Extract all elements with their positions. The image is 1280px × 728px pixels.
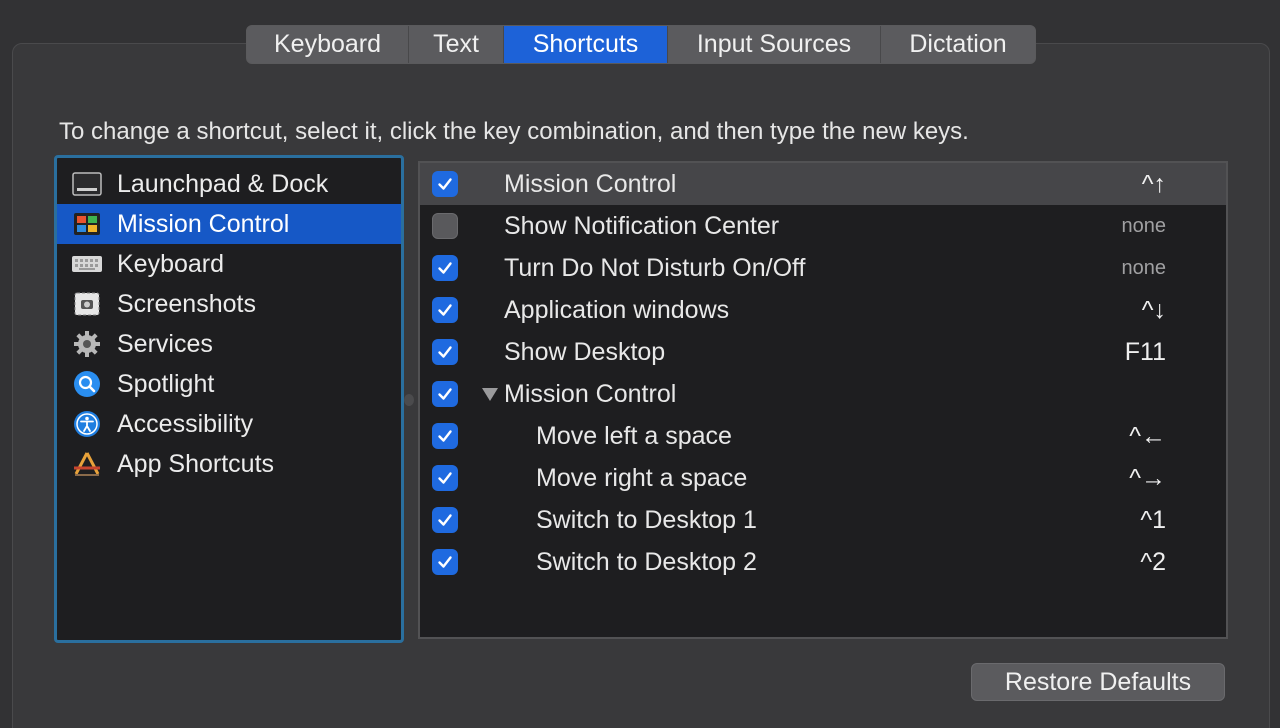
shortcut-row[interactable]: Switch to Desktop 2 ^2 <box>420 541 1226 583</box>
shortcut-table[interactable]: Mission Control ^↑ Show Notification Cen… <box>418 161 1228 639</box>
checkbox-unchecked[interactable] <box>432 213 458 239</box>
app-store-icon <box>71 450 103 478</box>
category-label: Launchpad & Dock <box>117 169 329 198</box>
magnifier-icon <box>71 370 103 398</box>
tab-input-sources[interactable]: Input Sources <box>668 26 881 63</box>
screenshot-icon <box>71 290 103 318</box>
checkbox-checked[interactable] <box>432 507 458 533</box>
category-label: Accessibility <box>117 409 254 438</box>
checkbox-checked[interactable] <box>432 171 458 197</box>
accessibility-icon <box>71 410 103 438</box>
disclosure-triangle-icon[interactable] <box>482 387 498 401</box>
shortcut-label: Move right a space <box>536 463 748 492</box>
category-label: Spotlight <box>117 369 215 398</box>
category-label: Keyboard <box>117 249 225 278</box>
shortcut-key[interactable]: ^2 <box>1140 548 1166 577</box>
shortcut-row[interactable]: Application windows ^↓ <box>420 289 1226 331</box>
checkbox-checked[interactable] <box>432 339 458 365</box>
shortcut-key[interactable]: ^→ <box>1129 464 1166 493</box>
category-mission-control[interactable]: Mission Control <box>57 204 401 244</box>
launchpad-icon <box>71 170 103 198</box>
shortcut-row[interactable]: Move left a space ^← <box>420 415 1226 457</box>
category-label: Mission Control <box>117 209 290 238</box>
tab-bar: Keyboard Text Shortcuts Input Sources Di… <box>246 25 1036 64</box>
shortcuts-preferences-window: Keyboard Text Shortcuts Input Sources Di… <box>0 0 1280 728</box>
checkbox-checked[interactable] <box>432 549 458 575</box>
shortcut-label: Switch to Desktop 2 <box>536 547 757 576</box>
tab-shortcuts[interactable]: Shortcuts <box>504 26 668 63</box>
checkbox-checked[interactable] <box>432 297 458 323</box>
category-app-shortcuts[interactable]: App Shortcuts <box>57 444 401 484</box>
shortcut-label: Turn Do Not Disturb On/Off <box>504 253 806 282</box>
splitter-handle[interactable] <box>404 394 414 406</box>
instruction-text: To change a shortcut, select it, click t… <box>59 118 969 145</box>
shortcut-key[interactable]: ^← <box>1129 422 1166 451</box>
checkbox-checked[interactable] <box>432 465 458 491</box>
restore-defaults-button[interactable]: Restore Defaults <box>971 663 1225 701</box>
shortcut-row[interactable]: Turn Do Not Disturb On/Off none <box>420 247 1226 289</box>
category-keyboard[interactable]: Keyboard <box>57 244 401 284</box>
shortcut-key[interactable]: none <box>1122 257 1167 280</box>
category-screenshots[interactable]: Screenshots <box>57 284 401 324</box>
category-launchpad-dock[interactable]: Launchpad & Dock <box>57 164 401 204</box>
shortcut-key[interactable]: ^1 <box>1140 506 1166 535</box>
shortcut-row[interactable]: Switch to Desktop 1 ^1 <box>420 499 1226 541</box>
category-label: Screenshots <box>117 289 256 318</box>
category-label: Services <box>117 329 213 358</box>
shortcut-label: Application windows <box>504 295 730 324</box>
checkbox-checked[interactable] <box>432 423 458 449</box>
shortcut-key[interactable]: none <box>1122 215 1167 238</box>
category-spotlight[interactable]: Spotlight <box>57 364 401 404</box>
category-label: App Shortcuts <box>117 449 275 478</box>
shortcut-key[interactable]: F11 <box>1125 338 1166 367</box>
checkbox-checked[interactable] <box>432 381 458 407</box>
shortcut-row[interactable]: Mission Control ^↑ <box>420 163 1226 205</box>
keyboard-icon <box>71 250 103 278</box>
shortcut-label: Show Notification Center <box>504 211 780 240</box>
shortcut-row[interactable]: Show Notification Center none <box>420 205 1226 247</box>
category-accessibility[interactable]: Accessibility <box>57 404 401 444</box>
shortcut-group-row[interactable]: Mission Control <box>420 373 1226 415</box>
tab-dictation[interactable]: Dictation <box>881 26 1035 63</box>
shortcut-row[interactable]: Move right a space ^→ <box>420 457 1226 499</box>
shortcut-label: Switch to Desktop 1 <box>536 505 757 534</box>
shortcut-row[interactable]: Show Desktop F11 <box>420 331 1226 373</box>
checkbox-checked[interactable] <box>432 255 458 281</box>
shortcut-key[interactable]: ^↑ <box>1142 170 1166 199</box>
gear-icon <box>71 330 103 358</box>
mission-control-icon <box>71 210 103 238</box>
shortcut-key[interactable]: ^↓ <box>1142 296 1166 325</box>
shortcut-label: Show Desktop <box>504 337 666 366</box>
tab-text[interactable]: Text <box>409 26 504 63</box>
shortcut-label: Mission Control <box>504 169 677 198</box>
shortcut-label: Move left a space <box>536 421 732 450</box>
category-list[interactable]: Launchpad & Dock Mission Control Keyboar… <box>54 155 404 643</box>
category-services[interactable]: Services <box>57 324 401 364</box>
tab-keyboard[interactable]: Keyboard <box>247 26 409 63</box>
shortcut-group-label: Mission Control <box>504 379 677 408</box>
